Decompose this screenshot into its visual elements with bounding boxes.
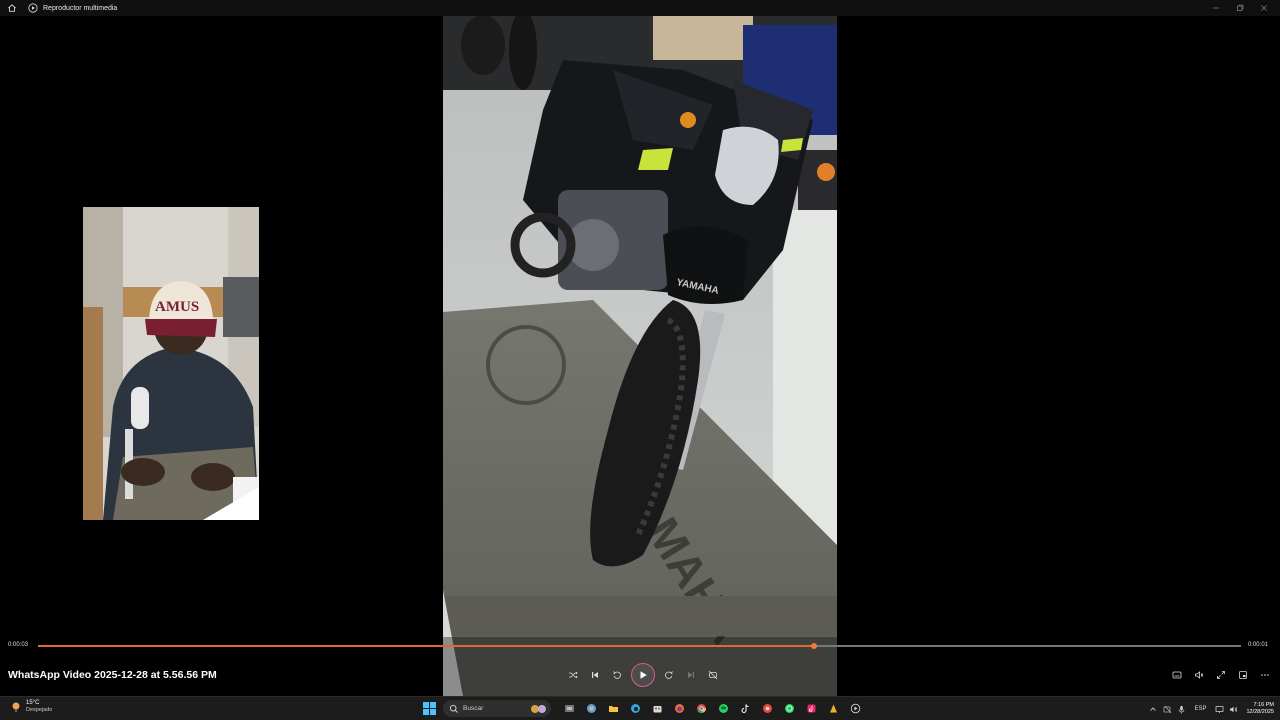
- title-bar: Reproductor multimedia: [0, 0, 1280, 16]
- weather-icon: [12, 702, 20, 712]
- right-tools: [1166, 666, 1276, 684]
- window-controls: [1204, 0, 1276, 16]
- home-icon[interactable]: [7, 3, 17, 13]
- whatsapp-icon[interactable]: [778, 700, 800, 717]
- media-player-taskbar-icon[interactable]: [844, 700, 866, 717]
- play-icon: [640, 671, 647, 679]
- system-clock[interactable]: 7:16 PM 12/28/2025: [1246, 702, 1274, 716]
- tiktok-icon[interactable]: [734, 700, 756, 717]
- microphone-icon[interactable]: [1174, 701, 1188, 717]
- search-highlight-icon: [531, 704, 546, 713]
- forward-30-icon[interactable]: [658, 664, 680, 686]
- mini-player-icon[interactable]: [1232, 666, 1254, 684]
- copilot-icon[interactable]: [580, 700, 602, 717]
- spotify-icon[interactable]: [712, 700, 734, 717]
- speaker-icon[interactable]: [1226, 701, 1240, 717]
- shuffle-icon[interactable]: [562, 664, 584, 686]
- tiktok-live-icon[interactable]: [800, 700, 822, 717]
- search-placeholder: Buscar: [463, 705, 484, 712]
- remaining-time: 0:00:01: [1247, 642, 1268, 648]
- taskbar-search[interactable]: Buscar: [443, 700, 551, 717]
- firefox-icon[interactable]: [668, 700, 690, 717]
- restore-icon[interactable]: [1228, 0, 1252, 16]
- weather-condition: Despejado: [26, 707, 53, 713]
- minimize-icon[interactable]: [1204, 0, 1228, 16]
- volume-icon[interactable]: [1188, 666, 1210, 684]
- repeat-off-icon[interactable]: [702, 664, 724, 686]
- chrome-profile-icon[interactable]: [756, 700, 778, 717]
- edge-icon[interactable]: [624, 700, 646, 717]
- show-hidden-icons-icon[interactable]: [1146, 701, 1160, 717]
- clock-date: 12/28/2025: [1246, 709, 1274, 715]
- windows-start-icon[interactable]: [423, 702, 436, 715]
- picture-in-picture-video[interactable]: AMUS: [83, 207, 259, 520]
- subtitles-icon[interactable]: [1166, 666, 1188, 684]
- more-options-icon[interactable]: [1254, 666, 1276, 684]
- elapsed-time: 0:00:03: [8, 642, 29, 648]
- vlc-like-app-icon[interactable]: [822, 700, 844, 717]
- next-icon[interactable]: [680, 664, 702, 686]
- media-title: WhatsApp Video 2025-12-28 at 5.56.56 PM: [8, 669, 217, 681]
- svg-text:AMUS: AMUS: [155, 299, 199, 315]
- seek-bar-thumb[interactable]: [810, 643, 817, 649]
- seek-bar[interactable]: [38, 643, 1241, 649]
- close-icon[interactable]: [1252, 0, 1276, 16]
- taskbar: 15°C Despejado Buscar ESP 7:16 PM 12/28/…: [0, 696, 1280, 720]
- media-player-app-icon: [28, 3, 38, 13]
- transport-controls: [562, 662, 724, 688]
- input-language[interactable]: ESP: [1194, 706, 1206, 712]
- system-tray: ESP 7:16 PM 12/28/2025: [1146, 699, 1274, 719]
- play-button[interactable]: [631, 663, 655, 687]
- previous-icon[interactable]: [584, 664, 606, 686]
- microsoft-store-icon[interactable]: [646, 700, 668, 717]
- weather-temperature: 15°C: [26, 700, 40, 706]
- video-frame-motorcycle[interactable]: YAMAHA YAMAHA: [443, 0, 837, 696]
- chrome-icon[interactable]: [690, 700, 712, 717]
- pinned-apps: [558, 700, 866, 717]
- display-icon[interactable]: [1212, 701, 1226, 717]
- rewind-10-icon[interactable]: [606, 664, 628, 686]
- seek-bar-progress: [38, 645, 814, 647]
- weather-widget[interactable]: 15°C Despejado: [10, 700, 52, 714]
- task-view-icon[interactable]: [558, 700, 580, 717]
- window-title: Reproductor multimedia: [43, 4, 118, 12]
- network-icon[interactable]: [1160, 701, 1174, 717]
- search-icon: [449, 704, 458, 713]
- file-explorer-icon[interactable]: [602, 700, 624, 717]
- media-player-window: Reproductor multimedia YAMAHA YAMAHA AMU…: [0, 0, 1280, 720]
- fullscreen-icon[interactable]: [1210, 666, 1232, 684]
- clock-time: 7:16 PM: [1253, 702, 1274, 708]
